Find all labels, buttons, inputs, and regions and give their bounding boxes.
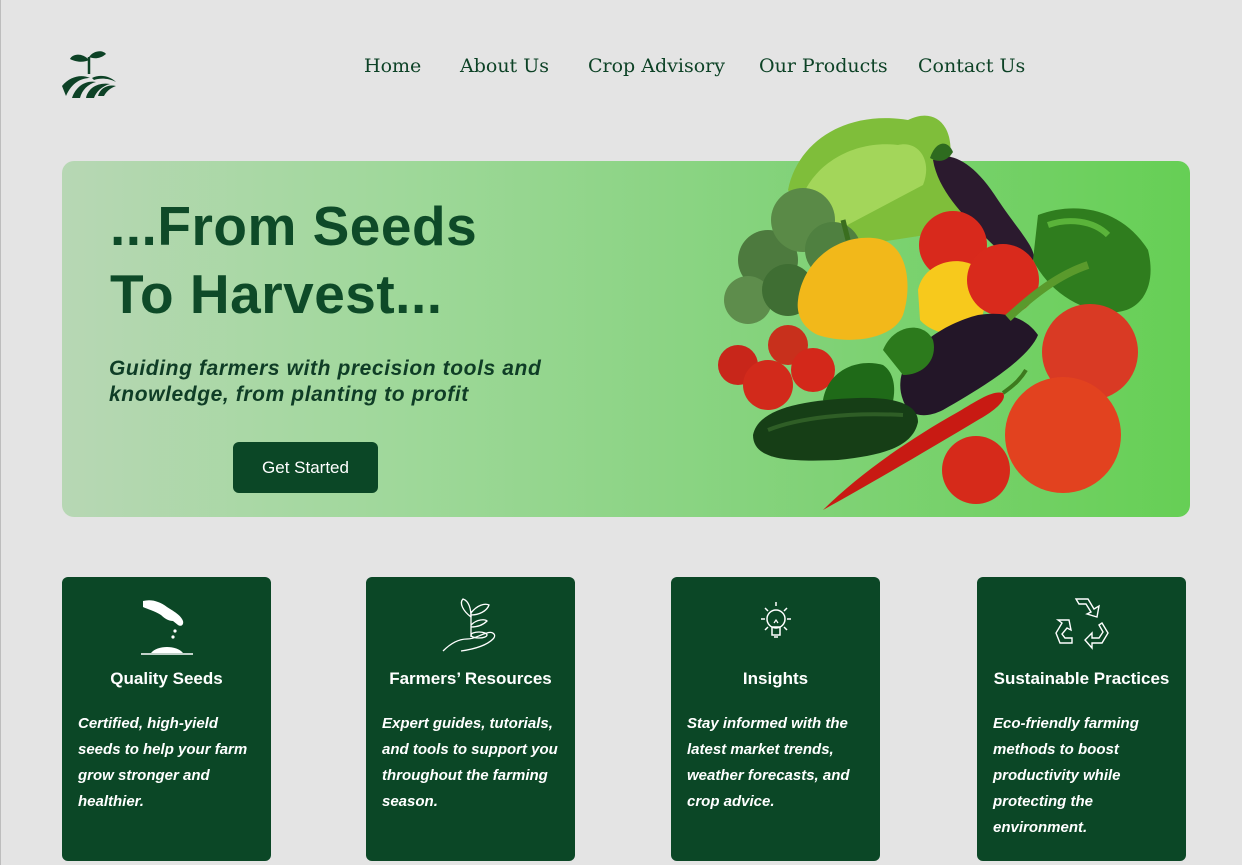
nav-our-products[interactable]: Our Products	[759, 55, 888, 77]
hand-holding-sprout-icon	[442, 598, 495, 652]
recycle-icon	[1054, 598, 1109, 650]
nav-crop-advisory[interactable]: Crop Advisory	[588, 55, 725, 77]
card-text: Stay informed with the latest market tre…	[687, 715, 850, 810]
hero-title-line-1: ...From Seeds	[110, 195, 478, 257]
page-edge	[0, 0, 1, 865]
hero-title-line-2: To Harvest...	[110, 263, 443, 325]
card-farmers-resources[interactable]: Farmers’ Resources Expert guides, tutori…	[366, 577, 575, 861]
card-sustainable-practices[interactable]: Sustainable Practices Eco-friendly farmi…	[977, 577, 1186, 861]
sprout-field-icon[interactable]	[60, 48, 118, 100]
card-title: Sustainable Practices	[993, 669, 1170, 688]
get-started-button[interactable]: Get Started	[233, 442, 378, 493]
nav-home[interactable]: Home	[364, 55, 421, 77]
card-quality-seeds[interactable]: Quality Seeds Certified, high-yield seed…	[62, 577, 271, 861]
card-title: Insights	[742, 669, 809, 688]
hand-sowing-seeds-icon	[140, 600, 193, 655]
lightbulb-icon	[760, 602, 791, 638]
card-text: Certified, high-yield seeds to help your…	[78, 715, 248, 810]
vegetables-pile-image	[718, 115, 1151, 510]
card-text: Expert guides, tutorials, and tools to s…	[382, 715, 558, 810]
nav-about-us[interactable]: About Us	[460, 55, 549, 77]
hero-title: ...From Seeds To Harvest...	[110, 192, 477, 328]
card-insights[interactable]: Insights Stay informed with the latest m…	[671, 577, 880, 861]
nav-contact-us[interactable]: Contact Us	[918, 55, 1025, 77]
hero-subtitle: Guiding farmers with precision tools and…	[109, 357, 542, 406]
card-title: Quality Seeds	[110, 669, 223, 688]
card-title: Farmers’ Resources	[389, 669, 552, 688]
card-text: Eco-friendly farming methods to boost pr…	[993, 715, 1139, 836]
